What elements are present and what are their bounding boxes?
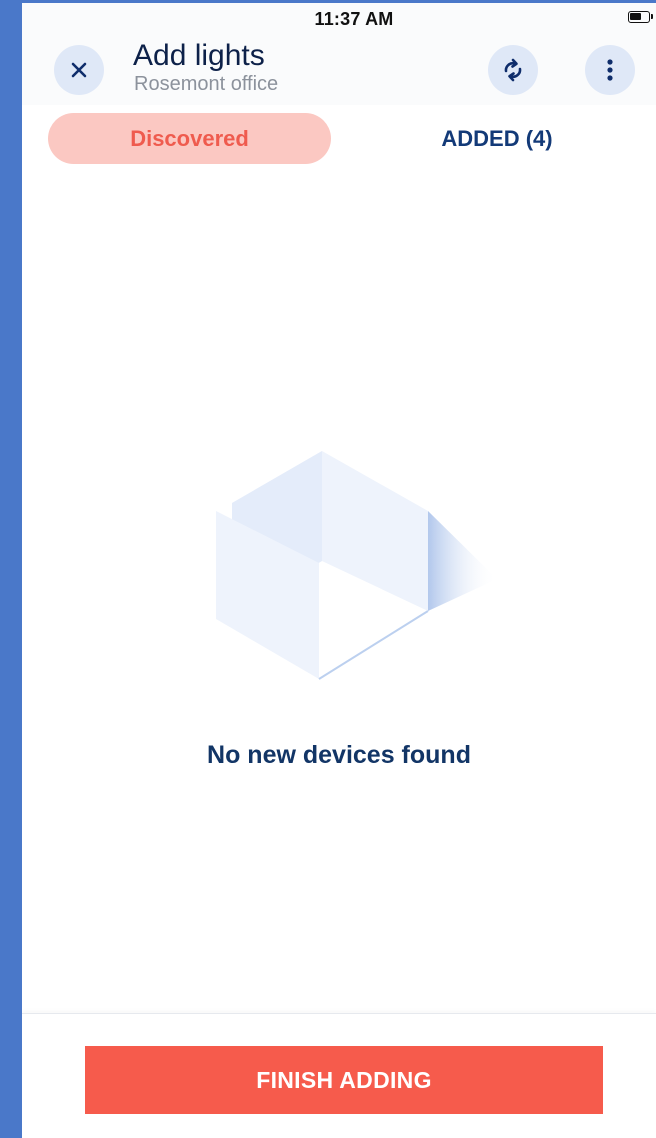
close-icon xyxy=(71,62,87,78)
page-title: Add lights xyxy=(133,39,265,72)
empty-box-illustration xyxy=(216,451,497,680)
more-options-button[interactable] xyxy=(585,45,635,95)
empty-state-message: No new devices found xyxy=(207,741,471,769)
tab-bar: Discovered ADDED (4) xyxy=(22,113,656,165)
bottom-bar: FINISH ADDING xyxy=(22,1013,656,1138)
tab-discovered[interactable]: Discovered xyxy=(48,113,331,164)
app-screen: 11:37 AM Add lights Rosemont office Disc… xyxy=(22,3,656,1138)
battery-icon xyxy=(628,11,653,23)
status-time: 11:37 AM xyxy=(314,9,394,29)
sync-icon xyxy=(504,58,522,82)
status-bar: 11:37 AM xyxy=(22,3,656,33)
tab-added[interactable]: ADDED (4) xyxy=(352,113,642,164)
sync-button[interactable] xyxy=(488,45,538,95)
more-vertical-icon xyxy=(607,59,613,81)
header: Add lights Rosemont office xyxy=(22,33,656,105)
page-subtitle: Rosemont office xyxy=(134,73,279,95)
finish-adding-button[interactable]: FINISH ADDING xyxy=(85,1046,603,1114)
close-button[interactable] xyxy=(54,45,104,95)
